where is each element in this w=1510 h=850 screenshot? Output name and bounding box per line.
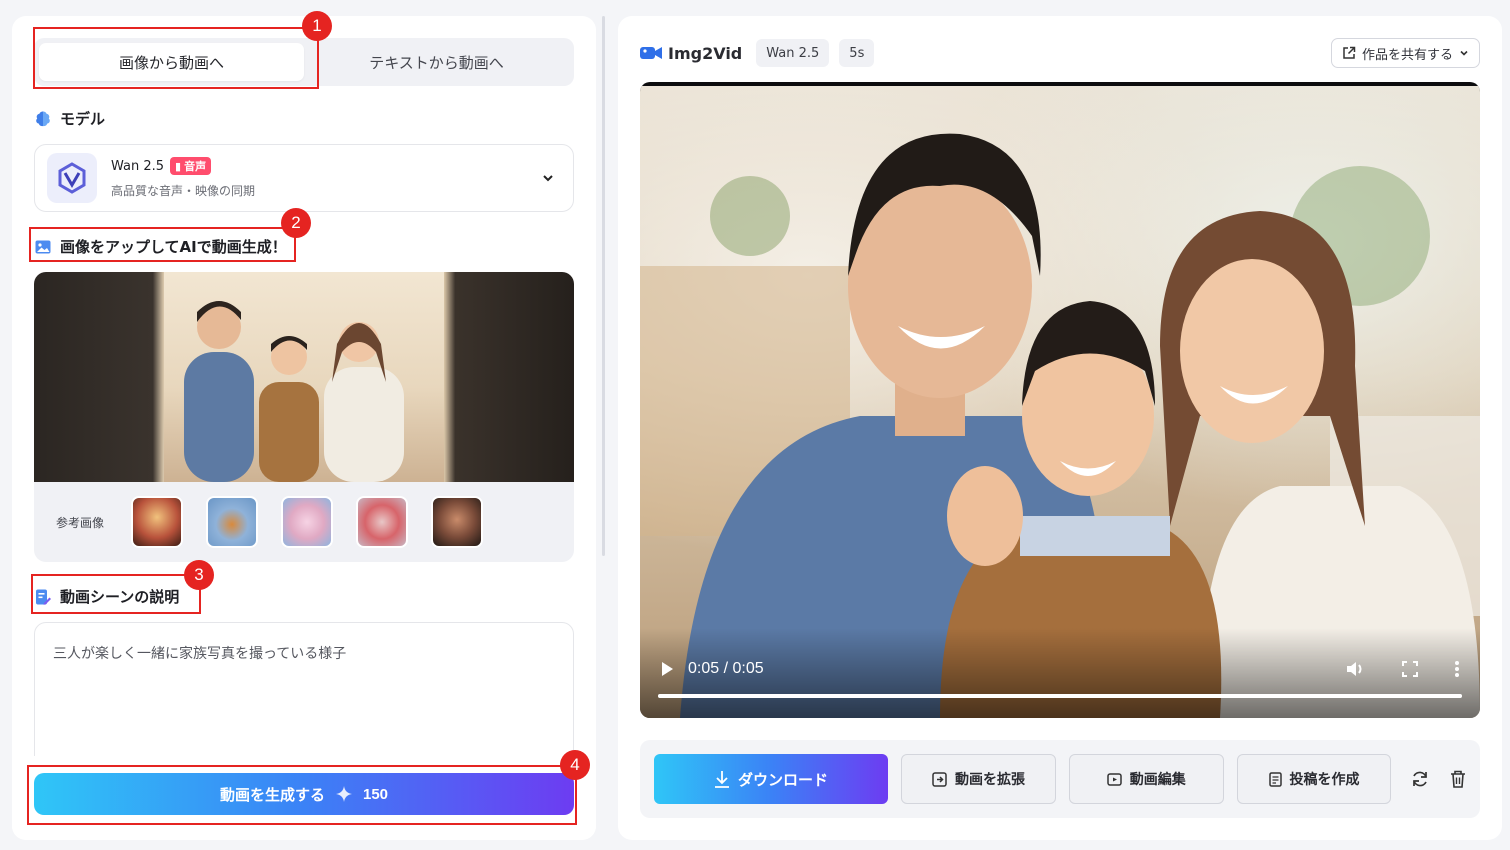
delete-button[interactable] (1446, 767, 1470, 791)
audio-badge: ▮ 音声 (170, 157, 212, 175)
video-frame (640, 86, 1480, 718)
settings-panel: 画像から動画へ テキストから動画へ モデル Wan 2.5 ▮ 音声 高品質な音… (12, 16, 596, 840)
tab-text-to-video[interactable]: テキストから動画へ (304, 43, 569, 81)
chevron-down-icon (543, 175, 553, 182)
family-photo-thumbnail (164, 272, 444, 482)
wan-logo-icon (47, 153, 97, 203)
model-chip: Wan 2.5 (756, 39, 830, 67)
extend-icon (932, 771, 947, 787)
scene-description-input[interactable]: 三人が楽しく一緒に家族写真を撮っている様子 (34, 622, 574, 772)
model-section-label: モデル (34, 108, 105, 129)
annotation-box-2 (29, 227, 296, 262)
annotation-box-3 (31, 574, 201, 614)
reference-thumb-3[interactable] (281, 496, 333, 548)
preview-panel: Img2Vid Wan 2.5 5s 作品を共有する 0:05 / 0:05 ダ… (618, 16, 1502, 840)
reference-thumb-4[interactable] (356, 496, 408, 548)
share-label: 作品を共有する (1361, 47, 1453, 63)
annotation-badge-3: 3 (184, 560, 214, 590)
video-camera-icon (640, 47, 662, 59)
play-icon[interactable] (660, 661, 674, 677)
video-control-row: 0:05 / 0:05 (660, 658, 1460, 680)
video-controls: 0:05 / 0:05 (640, 628, 1480, 718)
preview-topbar: Img2Vid Wan 2.5 5s 作品を共有する (640, 38, 1480, 68)
more-options-icon[interactable] (1454, 660, 1460, 678)
fullscreen-icon[interactable] (1402, 661, 1418, 677)
regenerate-button[interactable] (1408, 767, 1432, 791)
share-external-icon (1343, 46, 1356, 59)
refresh-icon (1413, 771, 1428, 787)
annotation-badge-1: 1 (302, 11, 332, 41)
reference-thumb-1[interactable] (131, 496, 183, 548)
image-upload-card[interactable]: 参考画像 (34, 272, 574, 562)
model-select[interactable]: Wan 2.5 ▮ 音声 高品質な音声・映像の同期 (34, 144, 574, 212)
model-label-text: モデル (60, 110, 106, 128)
reference-label: 参考画像 (56, 515, 105, 530)
chevron-down-icon (1460, 50, 1468, 56)
reference-images-row: 参考画像 (34, 482, 574, 562)
model-description: 高品質な音声・映像の同期 (111, 184, 256, 198)
annotation-badge-4: 4 (560, 750, 590, 780)
edit-video-button[interactable]: 動画編集 (1068, 754, 1224, 804)
post-document-icon (1268, 771, 1282, 787)
action-bar: ダウンロード 動画を拡張 動画編集 投稿を作成 (640, 740, 1480, 818)
audio-badge-label: 音声 (184, 160, 207, 173)
download-label: ダウンロード (738, 771, 829, 789)
reference-thumb-2[interactable] (206, 496, 258, 548)
audio-bars-icon: ▮ (175, 159, 182, 173)
app-title: Img2Vid (640, 44, 742, 63)
create-post-button[interactable]: 投稿を作成 (1236, 754, 1392, 804)
annotation-box-1 (33, 27, 319, 89)
download-icon (715, 771, 730, 788)
trash-icon (1451, 770, 1466, 788)
model-name: Wan 2.5 (111, 158, 165, 174)
video-progress-bar[interactable] (658, 694, 1462, 698)
video-edit-icon (1107, 772, 1122, 786)
reference-thumb-5[interactable] (431, 496, 483, 548)
edit-label: 動画編集 (1129, 771, 1186, 787)
duration-chip: 5s (839, 39, 875, 67)
post-label: 投稿を作成 (1289, 771, 1360, 787)
extend-video-button[interactable]: 動画を拡張 (901, 754, 1056, 804)
video-progress-fill (658, 694, 1462, 698)
annotation-box-4 (27, 765, 577, 825)
extend-label: 動画を拡張 (954, 771, 1025, 787)
volume-icon[interactable] (1346, 660, 1366, 678)
app-name-text: Img2Vid (668, 43, 743, 63)
model-brain-icon (34, 110, 52, 128)
uploaded-image-preview[interactable] (34, 272, 574, 482)
download-button[interactable]: ダウンロード (654, 754, 889, 804)
annotation-badge-2: 2 (281, 208, 311, 238)
share-button[interactable]: 作品を共有する (1330, 38, 1480, 68)
panel-scrollbar[interactable] (602, 16, 605, 556)
video-player[interactable]: 0:05 / 0:05 (640, 82, 1480, 718)
video-time: 0:05 / 0:05 (688, 660, 764, 677)
